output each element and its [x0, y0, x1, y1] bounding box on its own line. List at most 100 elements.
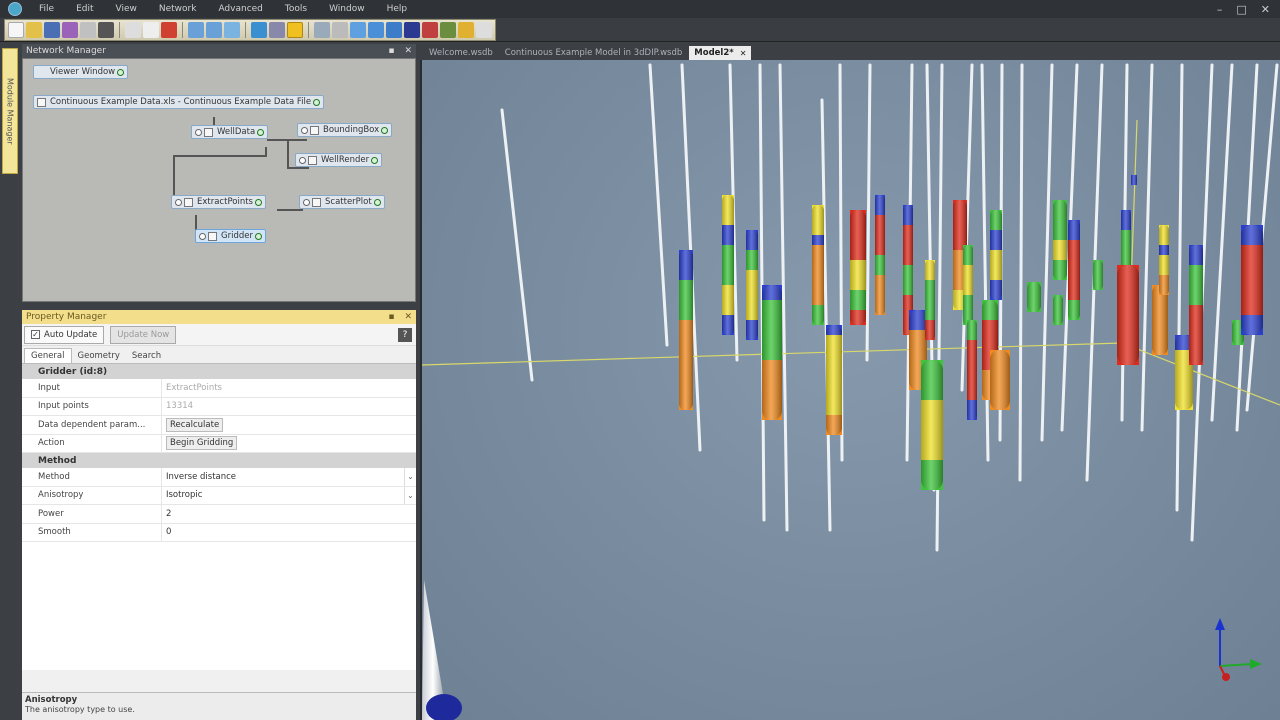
auto-update-toggle[interactable]: ✓ Auto Update: [24, 325, 105, 344]
open-folder-icon[interactable]: [26, 21, 42, 38]
section-gridder[interactable]: Gridder (id:8): [22, 364, 416, 379]
pan-icon[interactable]: [314, 21, 330, 38]
well-log: [1053, 295, 1063, 325]
checkbox-icon[interactable]: [208, 231, 217, 241]
smooth-input[interactable]: 0: [162, 524, 416, 542]
help-icon[interactable]: ?: [398, 327, 412, 342]
node-welldata[interactable]: WellData: [191, 125, 269, 139]
input-port-icon[interactable]: [301, 126, 308, 134]
checkbox-icon[interactable]: [312, 197, 321, 207]
close-icon[interactable]: ✕: [1261, 3, 1270, 16]
module-manager-tab[interactable]: Module Manager: [2, 48, 18, 174]
node-data-file[interactable]: Continuous Example Data.xls - Continuous…: [33, 95, 325, 109]
pin-icon[interactable]: ▪: [388, 46, 394, 56]
anisotropy-select[interactable]: Isotropic: [162, 487, 404, 505]
output-port-icon[interactable]: [257, 128, 265, 136]
input-port-icon[interactable]: [299, 156, 306, 164]
viewer-3d[interactable]: [420, 60, 1280, 720]
export-icon[interactable]: [476, 21, 492, 38]
close-panel-icon[interactable]: ✕: [404, 312, 412, 322]
plane-edge-line: [422, 342, 1280, 406]
prop-name: Data dependent param...: [22, 416, 162, 434]
power-input[interactable]: 2: [162, 505, 416, 523]
pin-icon[interactable]: ▪: [388, 312, 394, 322]
menu-window[interactable]: Window: [318, 4, 376, 14]
network-canvas[interactable]: Viewer Window Continuous Example Data.xl…: [22, 58, 416, 302]
minimize-icon[interactable]: –: [1217, 3, 1223, 16]
menu-tools[interactable]: Tools: [274, 4, 318, 14]
section-method[interactable]: Method: [22, 453, 416, 468]
input-port-icon[interactable]: [175, 198, 182, 206]
chevron-down-icon[interactable]: ⌄: [404, 468, 416, 486]
paste-icon[interactable]: [143, 21, 159, 38]
output-port-icon[interactable]: [381, 126, 389, 134]
input-port-icon[interactable]: [195, 128, 202, 136]
tab-geometry[interactable]: Geometry: [72, 349, 126, 363]
output-port-icon[interactable]: [313, 98, 321, 106]
tab-search[interactable]: Search: [126, 349, 167, 363]
menu-edit[interactable]: Edit: [65, 4, 104, 14]
close-panel-icon[interactable]: ✕: [404, 46, 412, 56]
execute-icon[interactable]: [224, 21, 240, 38]
output-port-icon[interactable]: [117, 68, 125, 76]
output-port-icon[interactable]: [373, 198, 381, 206]
tab-continuous-example-model[interactable]: Continuous Example Model in 3dDIP.wsdb: [500, 46, 688, 60]
viewer-scene[interactable]: [422, 60, 1280, 720]
input-port-icon[interactable]: [303, 198, 310, 206]
fit-view-icon[interactable]: [350, 21, 366, 38]
update-now-button[interactable]: Update Now: [110, 325, 177, 344]
front-view-icon[interactable]: [404, 21, 420, 38]
output-port-icon[interactable]: [254, 198, 262, 206]
tab-welcome[interactable]: Welcome.wsdb: [424, 46, 498, 60]
axes-icon[interactable]: [458, 21, 474, 38]
save-as-icon[interactable]: [62, 21, 78, 38]
well-stick: [648, 63, 669, 347]
undo-icon[interactable]: [188, 21, 204, 38]
node-wellrender[interactable]: WellRender: [295, 153, 383, 167]
node-boundingbox[interactable]: BoundingBox: [297, 123, 393, 137]
maximize-icon[interactable]: □: [1236, 3, 1246, 16]
checkbox-icon[interactable]: [308, 155, 317, 165]
render-icon[interactable]: [440, 21, 456, 38]
delete-icon[interactable]: [161, 21, 177, 38]
new-icon[interactable]: [8, 21, 24, 38]
checkbox-icon[interactable]: [310, 125, 319, 135]
checkbox-icon[interactable]: [37, 97, 46, 107]
menu-file[interactable]: File: [28, 4, 65, 14]
output-port-icon[interactable]: [254, 232, 262, 240]
node-extractpoints[interactable]: ExtractPoints: [171, 195, 266, 209]
checkbox-icon[interactable]: [184, 197, 193, 207]
highlight-icon[interactable]: [287, 21, 303, 38]
node-gridder[interactable]: Gridder: [195, 229, 266, 243]
record-icon[interactable]: [422, 21, 438, 38]
refresh-icon[interactable]: [251, 21, 267, 38]
output-port-icon[interactable]: [371, 156, 379, 164]
node-viewer-window[interactable]: Viewer Window: [33, 65, 129, 79]
side-view-icon[interactable]: [386, 21, 402, 38]
chevron-down-icon[interactable]: ⌄: [404, 486, 416, 504]
well-stick: [500, 108, 534, 382]
begin-gridding-button[interactable]: Begin Gridding: [166, 436, 238, 451]
node-scatterplot[interactable]: ScatterPlot: [299, 195, 385, 209]
top-view-icon[interactable]: [368, 21, 384, 38]
tab-general[interactable]: General: [24, 348, 72, 363]
checkbox-icon[interactable]: [204, 127, 213, 137]
menu-network[interactable]: Network: [148, 4, 208, 14]
input-port-icon[interactable]: [199, 232, 206, 240]
menu-help[interactable]: Help: [376, 4, 419, 14]
recalculate-button[interactable]: Recalculate: [166, 417, 224, 432]
camera-icon[interactable]: [98, 21, 114, 38]
menu-advanced[interactable]: Advanced: [207, 4, 273, 14]
save-icon[interactable]: [44, 21, 60, 38]
tab-model2[interactable]: Model2* ✕: [689, 46, 752, 60]
zoom-icon[interactable]: [269, 21, 285, 38]
close-tab-icon[interactable]: ✕: [740, 49, 747, 58]
description-text: The anisotropy type to use.: [25, 705, 135, 714]
method-select[interactable]: Inverse distance: [162, 468, 404, 486]
rotate-icon[interactable]: [332, 21, 348, 38]
redo-icon[interactable]: [206, 21, 222, 38]
checkbox-icon[interactable]: ✓: [31, 330, 40, 339]
copy-icon[interactable]: [125, 21, 141, 38]
print-icon[interactable]: [80, 21, 96, 38]
menu-view[interactable]: View: [105, 4, 148, 14]
